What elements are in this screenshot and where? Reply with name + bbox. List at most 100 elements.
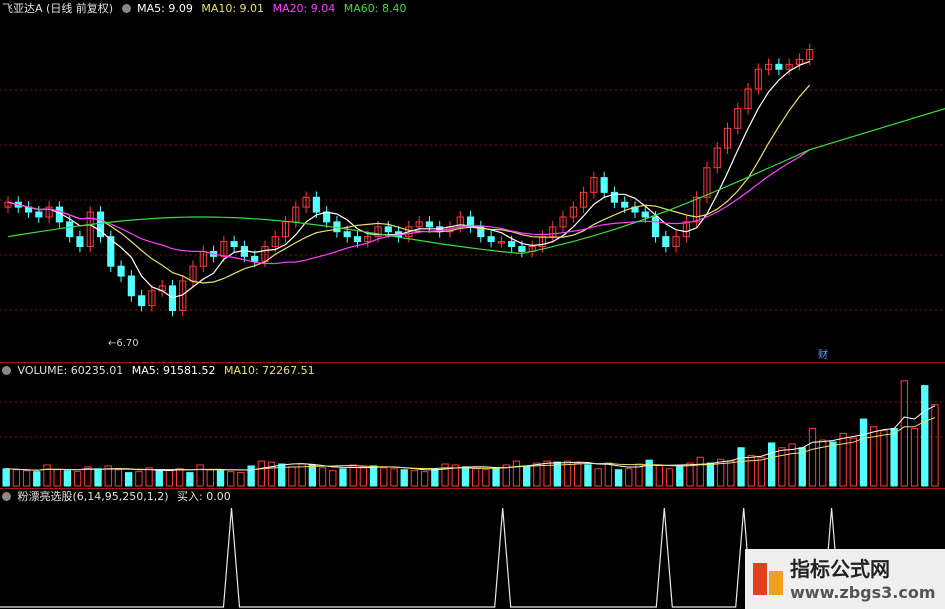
candle-body xyxy=(66,221,74,238)
volume-legend: VOLUME: 60235.01 xyxy=(17,364,124,377)
candle-body xyxy=(621,201,629,208)
volume-bar xyxy=(461,466,470,487)
price-low-label: ←6.70 xyxy=(108,338,139,349)
candle-body xyxy=(662,236,670,248)
candlestick-chart[interactable] xyxy=(0,0,945,362)
volume-bar xyxy=(472,468,480,487)
volume-bar xyxy=(574,462,582,487)
stock-title: 飞亚达A (日线 前复权) xyxy=(2,2,114,15)
volume-bar xyxy=(512,460,521,487)
volume-bar xyxy=(176,468,184,487)
volume-bar xyxy=(778,447,786,487)
volume-bar xyxy=(482,469,490,487)
candle-body xyxy=(35,211,43,218)
volume-bar xyxy=(757,456,766,487)
candle-body xyxy=(251,255,259,262)
price-chart-panel[interactable]: 飞亚达A (日线 前复权) MA5: 9.09 MA10: 9.01 MA20:… xyxy=(0,0,945,362)
volume-bar xyxy=(318,467,327,487)
volume-bar xyxy=(196,464,204,487)
candle-body xyxy=(138,295,146,307)
volume-bar xyxy=(625,468,633,487)
volume-bar xyxy=(410,470,419,487)
volume-bar xyxy=(829,441,837,487)
volume-bar xyxy=(492,467,500,487)
volume-bar xyxy=(696,456,704,487)
settings-icon[interactable] xyxy=(2,366,11,375)
candle-body xyxy=(641,211,649,218)
volume-bar xyxy=(135,471,143,487)
volume-bar xyxy=(676,466,684,487)
candle-body xyxy=(384,226,392,233)
volume-bar xyxy=(553,461,561,487)
candle-body xyxy=(343,231,351,238)
volume-bar xyxy=(900,380,909,487)
volume-bar xyxy=(890,428,898,487)
volume-bar xyxy=(359,466,368,487)
volume-bar xyxy=(53,469,61,487)
finance-marker[interactable]: 财 xyxy=(818,346,828,361)
volume-bar xyxy=(420,471,429,487)
candle-body xyxy=(518,246,526,252)
candle-body xyxy=(127,275,135,297)
volume-bar xyxy=(390,468,398,487)
ma5-line xyxy=(7,60,810,299)
volume-bar xyxy=(788,443,796,487)
volume-bar xyxy=(165,470,174,487)
volume-ma10-legend: MA10: 72267.51 xyxy=(223,364,315,377)
volume-bar xyxy=(523,465,531,487)
candle-body xyxy=(323,211,331,223)
volume-bar xyxy=(921,385,929,487)
ma20-legend: MA20: 9.04 xyxy=(272,2,336,15)
volume-bar xyxy=(614,469,623,487)
volume-ma5-legend: MA5: 91581.52 xyxy=(131,364,216,377)
ma60-line xyxy=(7,108,945,255)
settings-icon[interactable] xyxy=(121,4,131,13)
volume-bar xyxy=(747,454,755,487)
volume-header: VOLUME: 60235.01 MA5: 91581.52 MA10: 722… xyxy=(0,362,320,380)
volume-bar xyxy=(706,462,715,487)
candle-body xyxy=(353,236,362,243)
volume-bar xyxy=(655,464,664,487)
volume-bar xyxy=(645,459,653,487)
candle-body xyxy=(600,177,608,193)
volume-bar xyxy=(247,465,255,487)
watermark-url: www.zbgs3.com xyxy=(790,583,936,602)
volume-bar xyxy=(124,472,133,487)
ma10-legend: MA10: 9.01 xyxy=(201,2,265,15)
candle-body xyxy=(508,241,516,248)
candle-body xyxy=(312,196,320,213)
volume-bar xyxy=(859,418,868,487)
volume-bar-chart[interactable] xyxy=(0,362,945,488)
volume-bar xyxy=(441,463,449,487)
volume-bar xyxy=(267,461,276,487)
volume-bar xyxy=(686,462,694,487)
volume-bar xyxy=(22,470,31,487)
volume-bar xyxy=(533,462,541,487)
volume-bar xyxy=(594,468,602,487)
ma20-line xyxy=(7,149,811,265)
candle-body xyxy=(425,221,434,228)
settings-icon[interactable] xyxy=(2,492,11,501)
volume-chart-panel[interactable]: VOLUME: 60235.01 MA5: 91581.52 MA10: 722… xyxy=(0,362,945,488)
volume-bar xyxy=(737,447,745,487)
ma60-legend: MA60: 8.40 xyxy=(343,2,407,15)
volume-bar xyxy=(257,460,265,487)
volume-bar xyxy=(33,471,41,487)
volume-bar xyxy=(308,464,317,487)
candle-body xyxy=(651,216,660,238)
volume-bar xyxy=(63,470,72,487)
volume-bar xyxy=(206,469,214,487)
candle-body xyxy=(487,236,495,243)
volume-bar xyxy=(798,447,806,487)
indicator-value: 买入: 0.00 xyxy=(177,490,231,503)
volume-bar xyxy=(145,467,153,487)
volume-bar xyxy=(604,462,613,487)
candle-body xyxy=(230,241,238,248)
volume-bar xyxy=(288,466,296,487)
volume-bar xyxy=(849,437,857,487)
volume-bar xyxy=(2,468,10,487)
volume-bar xyxy=(767,442,776,487)
candle-body xyxy=(117,265,125,277)
volume-bar xyxy=(349,464,357,487)
volume-bar xyxy=(339,468,347,487)
